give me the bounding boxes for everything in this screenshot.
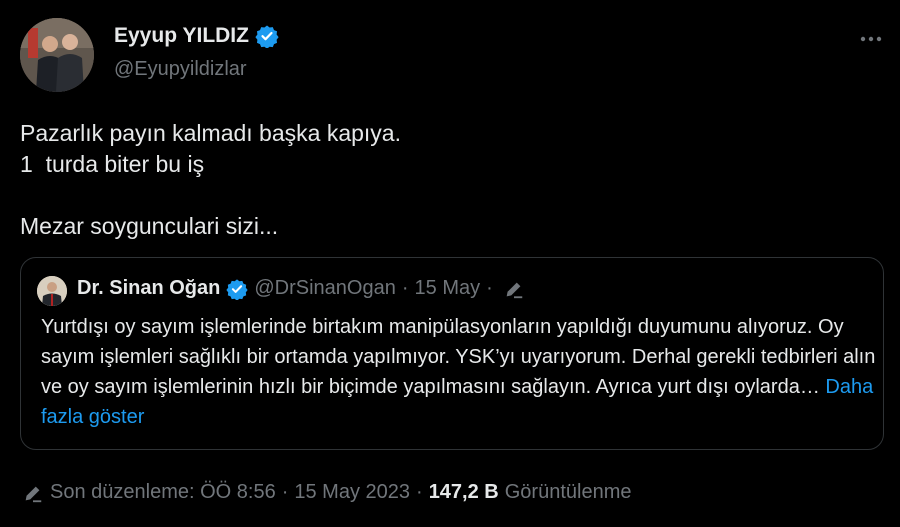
quoted-tweet-card[interactable]: Dr. Sinan Oğan @DrSinanOgan · 15 May · Y… xyxy=(20,257,884,450)
separator-dot: · xyxy=(401,277,409,299)
avatar-image xyxy=(20,18,94,92)
edited-label[interactable]: Son düzenleme: ÖÖ 8:56 xyxy=(50,481,276,504)
quoted-header: Dr. Sinan Oğan @DrSinanOgan · 15 May · xyxy=(77,277,525,300)
quoted-author-avatar xyxy=(37,276,67,306)
more-dots-icon xyxy=(860,36,882,42)
views-label: Görüntülenme xyxy=(504,481,632,503)
tweet-text: Pazarlık payın kalmadı başka kapıya. 1 t… xyxy=(20,120,401,239)
author-avatar[interactable] xyxy=(20,18,94,92)
separator-dot: · xyxy=(416,481,423,503)
tweet-meta-row: Son düzenleme: ÖÖ 8:56 · 15 May 2023 · 1… xyxy=(22,481,632,504)
author-name-row: Eyyup YILDIZ xyxy=(114,24,279,48)
quoted-avatar-image xyxy=(37,276,67,306)
quoted-tweet-text: Yurtdışı oy sayım işlemlerinde birtakım … xyxy=(41,312,876,432)
quoted-date: 15 May xyxy=(414,277,481,299)
verified-badge-icon xyxy=(255,25,279,48)
views-count: 147,2 B xyxy=(428,481,499,503)
author-display-name[interactable]: Eyyup YILDIZ xyxy=(114,24,249,48)
verified-badge-icon xyxy=(226,278,248,300)
separator-dot: · xyxy=(486,277,493,299)
quoted-text-body: Yurtdışı oy sayım işlemlerinde birtakım … xyxy=(41,316,876,398)
author-handle[interactable]: @Eyupyildizlar xyxy=(114,58,247,81)
more-options-button[interactable] xyxy=(856,24,886,54)
edit-pencil-icon xyxy=(506,282,523,298)
edit-pencil-icon xyxy=(25,486,42,502)
separator-dot: · xyxy=(281,481,289,503)
tweet-date[interactable]: 15 May 2023 xyxy=(294,481,410,504)
quoted-handle: @DrSinanOgan xyxy=(254,277,396,299)
quoted-display-name: Dr. Sinan Oğan xyxy=(77,277,221,299)
